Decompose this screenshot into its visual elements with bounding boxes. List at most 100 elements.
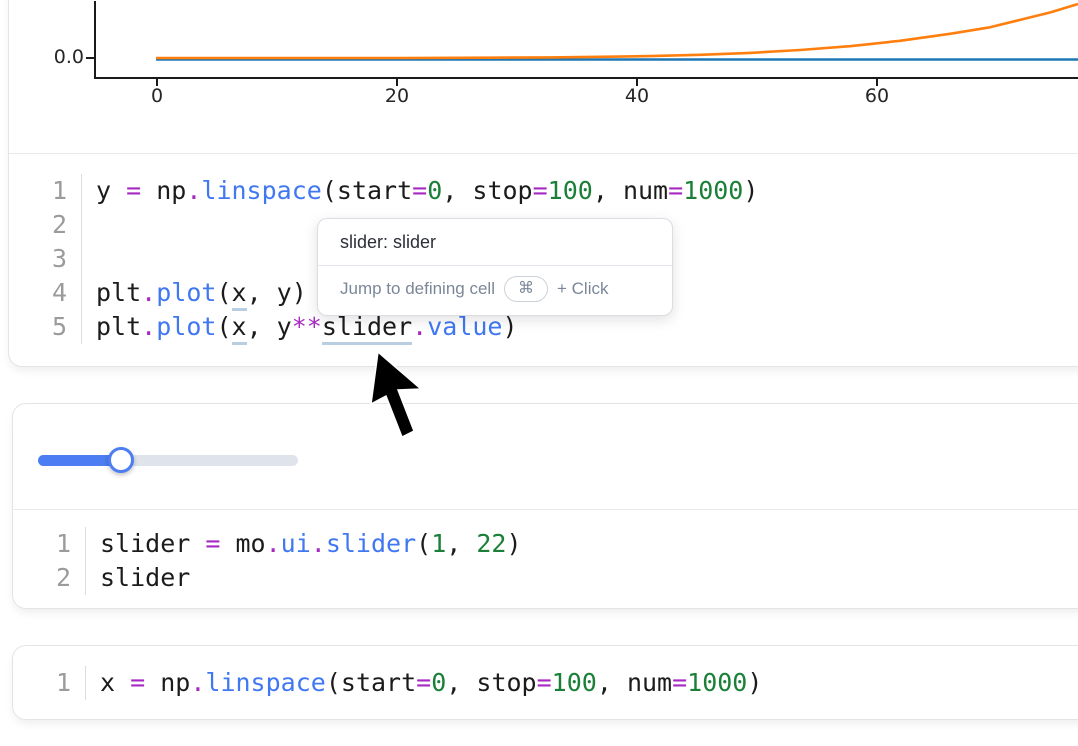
code-token: 100 <box>552 668 597 697</box>
matplotlib-figure <box>9 1 1078 153</box>
code-token: plot <box>156 312 216 341</box>
code-token: slider <box>326 529 416 558</box>
line-number: 1 <box>13 527 86 561</box>
code-token: . <box>266 529 281 558</box>
code-editor-slider[interactable]: 1slider = mo.ui.slider(1, 22)2slider <box>13 509 1078 608</box>
code-token: 1000 <box>687 668 747 697</box>
hoverable-variable[interactable]: x <box>232 278 247 311</box>
line-number: 5 <box>9 310 82 344</box>
code-token: = <box>668 176 683 205</box>
code-token: , <box>446 529 476 558</box>
code-token: = <box>126 176 141 205</box>
x-tick-label: 0 <box>127 85 187 107</box>
code-token: , <box>247 312 277 341</box>
hoverable-variable[interactable]: x <box>232 312 247 345</box>
code-token: ) <box>743 176 758 205</box>
code-token: np <box>160 668 190 697</box>
line-number: 4 <box>9 276 82 310</box>
x-tick-label: 20 <box>367 85 427 107</box>
code-token: num <box>623 176 668 205</box>
code-token: y <box>277 278 292 307</box>
code-line[interactable]: 1y = np.linspace(start=0, stop=100, num=… <box>9 174 1078 208</box>
tooltip-footer: Jump to defining cell ⌘ + Click <box>318 265 672 315</box>
line-number: 2 <box>13 561 86 595</box>
code-token: . <box>141 312 156 341</box>
code-token: , <box>247 278 277 307</box>
series-power-curve <box>156 4 1078 58</box>
code-token: , <box>597 668 627 697</box>
code-token: num <box>627 668 672 697</box>
code-token: linspace <box>201 176 321 205</box>
code-token: ) <box>502 312 517 341</box>
code-token: = <box>412 176 427 205</box>
code-token: plt <box>96 278 141 307</box>
code-token: stop <box>472 176 532 205</box>
line-number: 3 <box>9 242 82 276</box>
code-token <box>141 176 156 205</box>
code-token: ) <box>747 668 762 697</box>
x-tick-label: 60 <box>847 85 907 107</box>
code-token: slider <box>100 529 205 558</box>
code-token: = <box>537 668 552 697</box>
code-token: , <box>593 176 623 205</box>
code-token: ) <box>506 529 521 558</box>
code-token: y <box>277 312 292 341</box>
variable-tooltip: slider: slider Jump to defining cell ⌘ +… <box>317 218 673 316</box>
cell-x: 1x = np.linspace(start=0, stop=100, num=… <box>12 645 1078 720</box>
code-token: x <box>100 668 130 697</box>
line-number: 2 <box>9 208 82 242</box>
code-token: = <box>205 529 220 558</box>
code-token: = <box>533 176 548 205</box>
code-token: start <box>337 176 412 205</box>
code-token: start <box>341 668 416 697</box>
cell-slider: 1slider = mo.ui.slider(1, 22)2slider <box>12 403 1078 609</box>
jump-to-defining-cell-link[interactable]: Jump to defining cell <box>340 279 495 299</box>
code-line[interactable]: 2 slider <box>13 561 1078 595</box>
code-editor-x[interactable]: 1x = np.linspace(start=0, stop=100, num=… <box>13 646 1078 717</box>
line-number: 1 <box>9 174 82 208</box>
code-token: 0 <box>427 176 442 205</box>
slider-output <box>13 404 1078 509</box>
tooltip-click-hint: + Click <box>557 279 608 299</box>
code-token: , <box>446 668 476 697</box>
code-token: . <box>311 529 326 558</box>
code-token: , <box>442 176 472 205</box>
slider[interactable] <box>38 455 298 466</box>
code-token: 1000 <box>683 176 743 205</box>
hoverable-variable[interactable]: slider <box>322 312 412 345</box>
code-token: ) <box>292 278 307 307</box>
code-token: 22 <box>476 529 506 558</box>
code-token: ( <box>416 529 431 558</box>
code-token: = <box>672 668 687 697</box>
slider-thumb[interactable] <box>108 447 134 473</box>
code-token: value <box>427 312 502 341</box>
tooltip-title: slider: slider <box>318 219 672 265</box>
code-token: 0 <box>431 668 446 697</box>
code-token: 100 <box>548 176 593 205</box>
code-token: ( <box>326 668 341 697</box>
notebook-canvas: 0.0 0 20 40 60 1y = np.linspace(start=0,… <box>0 0 1078 746</box>
plot-output: 0.0 0 20 40 60 <box>9 0 1078 153</box>
command-key-icon: ⌘ <box>504 276 548 302</box>
code-token: . <box>141 278 156 307</box>
line-number: 1 <box>13 666 86 700</box>
code-token: ( <box>322 176 337 205</box>
code-token: ( <box>216 278 231 307</box>
code-token: slider <box>100 563 190 592</box>
y-tick-label: 0.0 <box>9 46 84 68</box>
code-token: . <box>412 312 427 341</box>
code-token: = <box>130 668 145 697</box>
code-token: . <box>190 668 205 697</box>
code-line[interactable]: 1slider = mo.ui.slider(1, 22) <box>13 527 1078 561</box>
code-token: = <box>416 668 431 697</box>
line-chart: 0.0 0 20 40 60 <box>9 1 1078 153</box>
code-token: y <box>96 176 126 205</box>
code-line[interactable]: 1x = np.linspace(start=0, stop=100, num=… <box>13 666 1078 700</box>
code-token: stop <box>476 668 536 697</box>
code-token: ( <box>216 312 231 341</box>
code-token: mo <box>235 529 265 558</box>
code-token: np <box>156 176 186 205</box>
code-token: plot <box>156 278 216 307</box>
code-token: 1 <box>431 529 446 558</box>
code-token <box>145 668 160 697</box>
